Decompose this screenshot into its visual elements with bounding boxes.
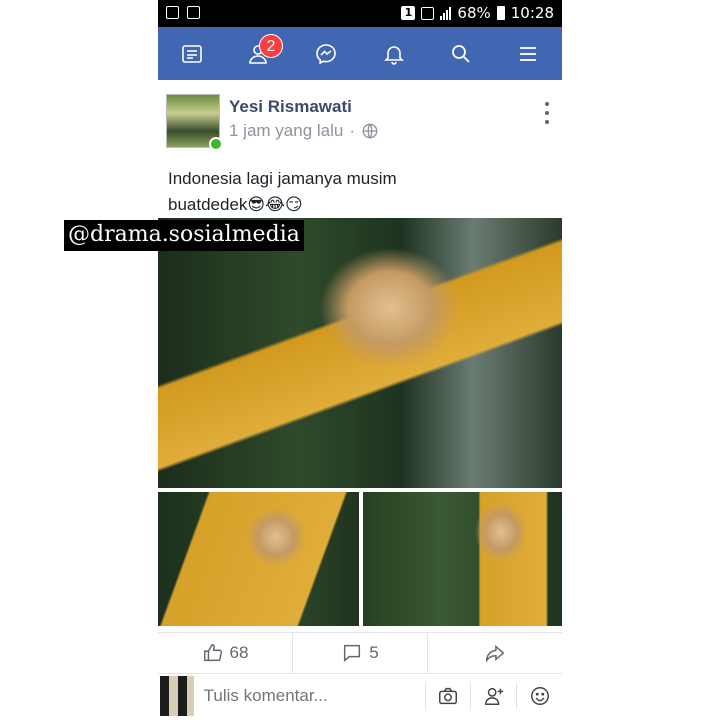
signal-box-icon xyxy=(421,6,435,20)
battery-percent: 68% xyxy=(457,4,491,22)
menu-icon[interactable] xyxy=(508,34,548,74)
tag-friend-button[interactable] xyxy=(471,676,516,716)
post-photo-3[interactable] xyxy=(363,492,562,626)
author-name[interactable]: Yesi Rismawati xyxy=(229,97,352,117)
online-indicator xyxy=(209,137,223,151)
comment-input[interactable] xyxy=(203,676,425,716)
globe-icon xyxy=(362,123,378,139)
camera-button[interactable] xyxy=(426,676,471,716)
comment-icon xyxy=(344,644,361,662)
post-meta: 1 jam yang lalu · xyxy=(229,121,379,141)
share-button[interactable] xyxy=(428,633,562,673)
more-options-icon[interactable] xyxy=(542,102,552,124)
like-count: 68 xyxy=(229,643,249,662)
like-icon xyxy=(203,644,222,662)
comment-button[interactable]: 5 xyxy=(293,633,428,673)
post-photo-2[interactable] xyxy=(158,492,359,626)
gallery-notification-icon xyxy=(166,6,179,19)
status-bar: 1 68% 10:28 xyxy=(158,0,562,27)
sim-badge: 1 xyxy=(401,6,416,20)
battery-icon xyxy=(496,6,505,20)
friend-requests-badge: 2 xyxy=(258,33,283,58)
commenter-avatar xyxy=(160,676,194,716)
watermark-label: @drama.sosialmedia xyxy=(64,220,304,251)
lock-notification-icon xyxy=(187,6,200,19)
messenger-icon[interactable] xyxy=(306,34,346,74)
post-text: Indonesia lagi jamanya musim buatdedek😎😂… xyxy=(168,169,397,214)
emoji-button[interactable] xyxy=(517,676,562,716)
phone-screen: 1 68% 10:28 2 Yesi Rismawati 1 jam yang … xyxy=(158,0,562,720)
post-time[interactable]: 1 jam yang lalu xyxy=(229,121,343,141)
clock: 10:28 xyxy=(510,4,554,22)
add-friend-icon xyxy=(484,687,503,705)
comment-bar xyxy=(158,674,562,718)
notifications-icon[interactable] xyxy=(374,34,414,74)
comment-count: 5 xyxy=(369,643,379,662)
friend-requests-icon[interactable]: 2 xyxy=(239,33,283,74)
author-avatar[interactable] xyxy=(166,94,223,151)
post-photo-main[interactable] xyxy=(158,218,562,488)
meta-separator: · xyxy=(349,121,356,140)
post-actions: 68 5 xyxy=(158,632,562,674)
facebook-navbar: 2 xyxy=(158,27,562,80)
search-icon[interactable] xyxy=(441,34,481,74)
signal-icon xyxy=(440,6,452,20)
like-button[interactable]: 68 xyxy=(158,633,293,673)
smiley-icon xyxy=(530,687,549,705)
camera-icon xyxy=(439,687,457,705)
news-feed-icon[interactable] xyxy=(172,34,212,74)
post-header: Yesi Rismawati 1 jam yang lalu · xyxy=(158,92,562,152)
share-icon xyxy=(486,644,505,663)
